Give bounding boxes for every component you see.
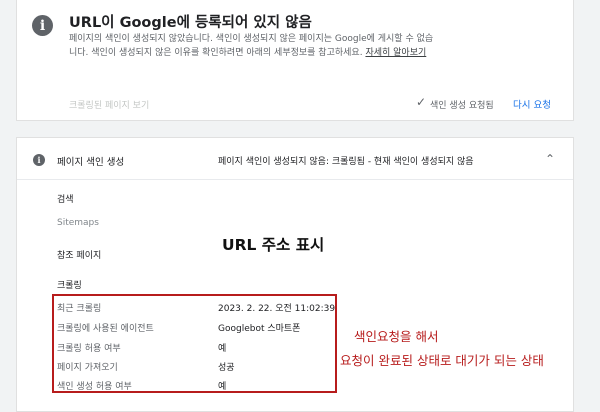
- index-requested-label: 색인 생성 요청됨: [430, 101, 494, 111]
- index-status-value: 페이지 색인이 생성되지 않음: 크롤링됨 - 현재 색인이 생성되지 않음: [218, 157, 474, 167]
- check-icon: ✓: [416, 95, 427, 109]
- status-card: i URL이 Google에 등록되어 있지 않음 페이지의 색인이 생성되지 …: [16, 0, 574, 121]
- info-icon: i: [33, 154, 45, 166]
- url-display-annotation: URL 주소 표시: [222, 236, 325, 254]
- sitemaps-label: Sitemaps: [57, 218, 99, 228]
- info-icon: i: [32, 15, 53, 36]
- discovery-label: 검색: [57, 195, 74, 205]
- retry-request-button[interactable]: 다시 요청: [513, 97, 551, 111]
- crawl-section-label: 크롤링: [57, 281, 82, 291]
- view-crawled-page-button[interactable]: 크롤링된 페이지 보기: [69, 98, 149, 111]
- index-card-title: 페이지 색인 생성: [57, 157, 125, 168]
- annotation-note-line2: 요청이 완료된 상태로 대기가 되는 상태: [340, 353, 544, 368]
- annotation-note-line1: 색인요청을 해서: [354, 329, 439, 344]
- highlight-box: [52, 294, 337, 393]
- status-description: 페이지의 색인이 생성되지 않았습니다. 색인이 생성되지 않은 페이지는 Go…: [69, 33, 439, 60]
- divider: [17, 179, 573, 180]
- referring-page-label: 참조 페이지: [57, 251, 102, 261]
- learn-more-link[interactable]: 자세히 알아보기: [365, 48, 426, 58]
- chevron-up-icon[interactable]: ⌃: [545, 152, 555, 166]
- status-title: URL이 Google에 등록되어 있지 않음: [69, 15, 312, 31]
